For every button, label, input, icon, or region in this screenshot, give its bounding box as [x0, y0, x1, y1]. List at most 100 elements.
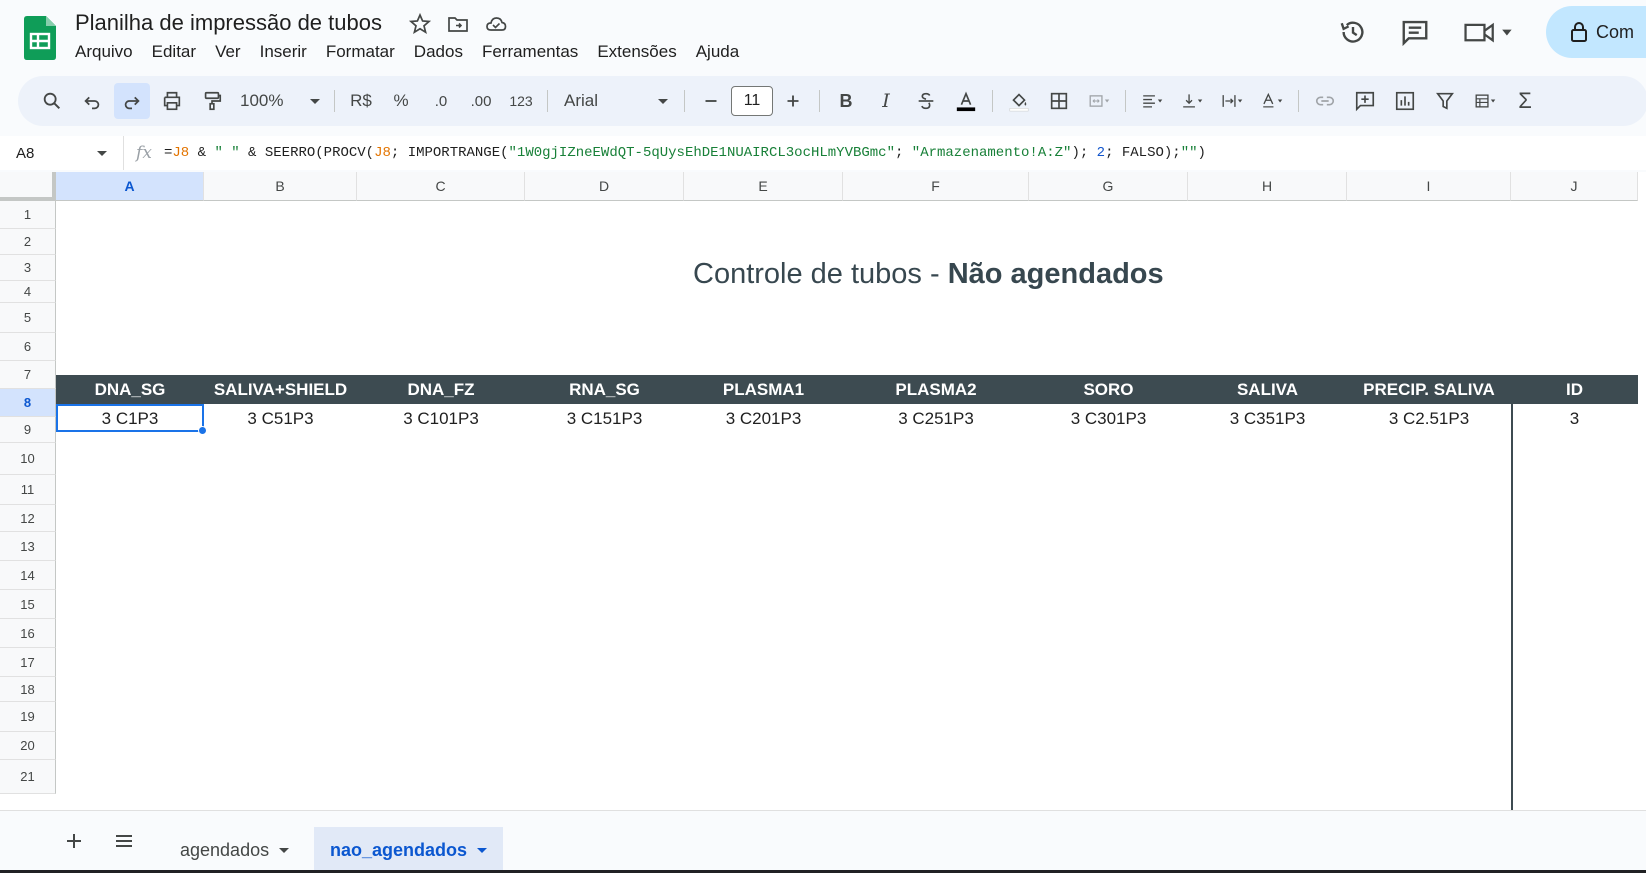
all-sheets-menu-icon[interactable] — [112, 829, 136, 853]
row-header-7[interactable]: 7 — [0, 361, 56, 389]
meet-icon[interactable] — [1462, 17, 1514, 47]
data-cell[interactable]: 3 C51P3 — [204, 404, 357, 433]
column-header-j[interactable]: J — [1511, 172, 1638, 201]
text-rotation-button[interactable] — [1254, 83, 1290, 119]
row-header-4[interactable]: 4 — [0, 281, 56, 303]
move-folder-icon[interactable] — [446, 12, 470, 36]
select-all-corner[interactable] — [0, 172, 56, 201]
undo-button[interactable] — [74, 83, 110, 119]
sheets-logo-icon[interactable] — [24, 16, 56, 60]
column-header-b[interactable]: B — [204, 172, 357, 201]
row-header-1[interactable]: 1 — [0, 201, 56, 229]
data-cell[interactable]: 3 C2.51P3 — [1347, 404, 1511, 433]
menu-editar[interactable]: Editar — [152, 42, 206, 62]
search-menus-button[interactable] — [34, 83, 70, 119]
cloud-status-icon[interactable] — [484, 12, 508, 36]
row-header-13[interactable]: 13 — [0, 532, 56, 561]
header-cell[interactable]: SALIVA+SHIELD — [204, 375, 357, 404]
data-cell[interactable]: 3 C151P3 — [525, 404, 684, 433]
row-header-6[interactable]: 6 — [0, 333, 56, 361]
row-header-19[interactable]: 19 — [0, 702, 56, 732]
fill-color-button[interactable] — [1001, 83, 1037, 119]
column-header-i[interactable]: I — [1347, 172, 1511, 201]
text-wrapping-button[interactable] — [1214, 83, 1250, 119]
data-cell[interactable]: 3 — [1511, 404, 1638, 433]
row-header-16[interactable]: 16 — [0, 619, 56, 648]
italic-button[interactable]: I — [868, 83, 904, 119]
data-cell[interactable]: 3 C1P3 — [56, 404, 204, 433]
header-cell[interactable]: ID — [1511, 375, 1638, 404]
header-cell[interactable]: SORO — [1029, 375, 1188, 404]
borders-button[interactable] — [1041, 83, 1077, 119]
header-cell[interactable]: PRECIP. SALIVA — [1347, 375, 1511, 404]
menu-formatar[interactable]: Formatar — [326, 42, 405, 62]
menu-arquivo[interactable]: Arquivo — [75, 42, 143, 62]
version-history-icon[interactable] — [1338, 17, 1368, 47]
bold-button[interactable]: B — [828, 83, 864, 119]
print-button[interactable] — [154, 83, 190, 119]
comments-icon[interactable] — [1400, 17, 1430, 47]
vertical-align-button[interactable] — [1174, 83, 1210, 119]
insert-link-button[interactable] — [1307, 83, 1343, 119]
row-header-10[interactable]: 10 — [0, 443, 56, 475]
data-cell[interactable]: 3 C301P3 — [1029, 404, 1188, 433]
font-select[interactable]: Arial — [556, 83, 676, 119]
sheet-grid[interactable]: Controle de tubos - Não agendados ABCDEF… — [0, 172, 1646, 810]
row-header-18[interactable]: 18 — [0, 677, 56, 702]
menu-ajuda[interactable]: Ajuda — [696, 42, 749, 62]
functions-button[interactable]: Σ — [1507, 83, 1543, 119]
row-header-17[interactable]: 17 — [0, 648, 56, 677]
star-icon[interactable] — [408, 12, 432, 36]
menu-dados[interactable]: Dados — [414, 42, 473, 62]
row-header-15[interactable]: 15 — [0, 590, 56, 619]
tab-agendados[interactable]: agendados — [164, 827, 305, 873]
column-header-f[interactable]: F — [843, 172, 1029, 201]
data-cell[interactable]: 3 C351P3 — [1188, 404, 1347, 433]
sheet-title[interactable]: Controle de tubos - Não agendados — [693, 258, 1164, 291]
strikethrough-button[interactable] — [908, 83, 944, 119]
column-header-c[interactable]: C — [357, 172, 525, 201]
header-cell[interactable]: SALIVA — [1188, 375, 1347, 404]
decrease-font-size-button[interactable] — [693, 83, 729, 119]
menu-inserir[interactable]: Inserir — [260, 42, 317, 62]
row-header-12[interactable]: 12 — [0, 505, 56, 532]
currency-format-button[interactable]: R$ — [343, 83, 379, 119]
row-header-3[interactable]: 3 — [0, 255, 56, 281]
column-header-g[interactable]: G — [1029, 172, 1188, 201]
row-header-5[interactable]: 5 — [0, 303, 56, 333]
row-header-14[interactable]: 14 — [0, 561, 56, 590]
header-cell[interactable]: DNA_SG — [56, 375, 204, 404]
row-header-9[interactable]: 9 — [0, 417, 56, 443]
row-header-21[interactable]: 21 — [0, 760, 56, 794]
formula-input[interactable]: =J8 & " " & SEERRO(PROCV(J8; IMPORTRANGE… — [164, 145, 1206, 161]
header-cell[interactable]: DNA_FZ — [357, 375, 525, 404]
row-header-11[interactable]: 11 — [0, 475, 56, 505]
insert-chart-button[interactable] — [1387, 83, 1423, 119]
font-size-input[interactable]: 11 — [731, 86, 773, 116]
header-cell[interactable]: PLASMA2 — [843, 375, 1029, 404]
zoom-select[interactable]: 100% — [234, 83, 326, 119]
increase-decimal-button[interactable]: .00 — [463, 83, 499, 119]
paint-format-button[interactable] — [194, 83, 230, 119]
data-cell[interactable]: 3 C251P3 — [843, 404, 1029, 433]
row-header-8[interactable]: 8 — [0, 389, 56, 417]
menu-extensoes[interactable]: Extensões — [597, 42, 686, 62]
data-cell[interactable]: 3 C101P3 — [357, 404, 525, 433]
menu-ferramentas[interactable]: Ferramentas — [482, 42, 588, 62]
data-cell[interactable]: 3 C201P3 — [684, 404, 843, 433]
filter-views-button[interactable] — [1467, 83, 1503, 119]
header-cell[interactable]: PLASMA1 — [684, 375, 843, 404]
merge-cells-button[interactable] — [1081, 83, 1117, 119]
tab-nao-agendados[interactable]: nao_agendados — [314, 827, 504, 873]
text-color-button[interactable] — [948, 83, 984, 119]
add-sheet-icon[interactable] — [62, 829, 86, 853]
filter-button[interactable] — [1427, 83, 1463, 119]
redo-button[interactable] — [114, 83, 150, 119]
chevron-down-icon[interactable] — [477, 847, 488, 853]
name-box[interactable]: A8 — [0, 136, 124, 170]
number-format-button[interactable]: 123 — [503, 83, 539, 119]
insert-comment-button[interactable] — [1347, 83, 1383, 119]
menu-ver[interactable]: Ver — [215, 42, 251, 62]
header-cell[interactable]: RNA_SG — [525, 375, 684, 404]
horizontal-align-button[interactable] — [1134, 83, 1170, 119]
